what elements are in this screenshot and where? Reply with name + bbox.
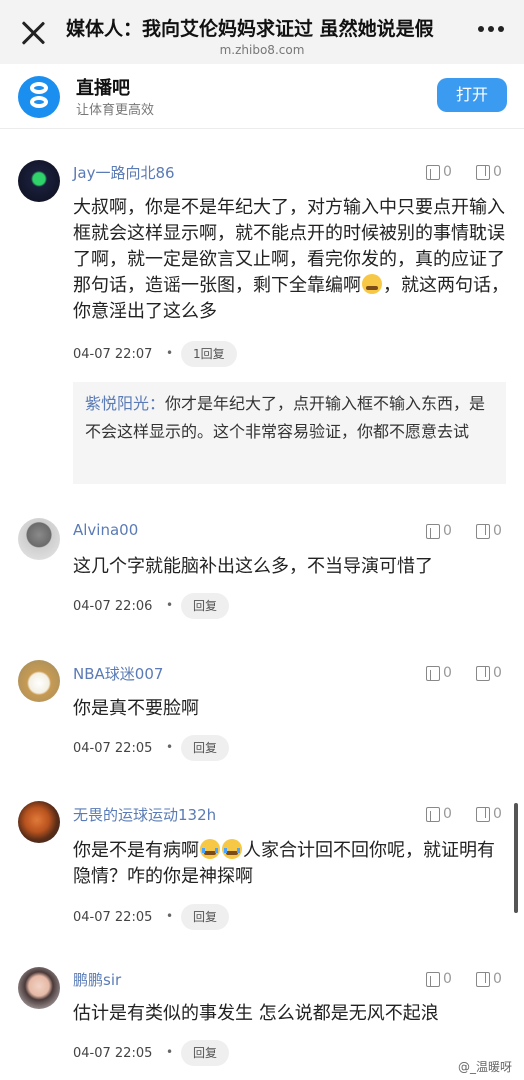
thumbs-down-icon (476, 164, 490, 180)
avatar[interactable] (18, 660, 60, 702)
reply-button[interactable]: 回复 (181, 735, 230, 761)
open-app-button[interactable]: 打开 (437, 78, 507, 112)
like-count: 0 (443, 523, 452, 539)
comment-text: 你是真不要脸啊 (73, 698, 199, 719)
thumbs-up-icon (426, 806, 440, 822)
comment-text: 大叔啊，你是不是年纪大了，对方输入中只要点开输入框就会这样显示啊，就不能点开的时… (73, 195, 509, 325)
dislike-button[interactable]: 0 (476, 971, 502, 987)
thumbs-down-icon (476, 806, 490, 822)
reply-button[interactable]: 回复 (181, 1040, 230, 1066)
crying-emoji-icon (222, 839, 242, 859)
more-options-icon[interactable] (478, 26, 504, 34)
like-count: 0 (443, 665, 452, 681)
reply-button[interactable]: 回复 (181, 904, 230, 930)
like-button[interactable]: 0 (426, 665, 452, 681)
comment-username[interactable]: NBA球迷007 (73, 663, 163, 684)
thumbs-up-icon (426, 164, 440, 180)
app-slogan: 让体育更高效 (76, 103, 155, 118)
avatar[interactable] (18, 160, 60, 202)
like-count: 0 (443, 164, 452, 180)
dislike-count: 0 (493, 523, 502, 539)
comment-time: 04-07 22:06 (73, 599, 153, 614)
dislike-count: 0 (493, 164, 502, 180)
comment-time: 04-07 22:05 (73, 741, 153, 756)
like-button[interactable]: 0 (426, 523, 452, 539)
thumbs-down-icon (476, 665, 490, 681)
like-button[interactable]: 0 (426, 164, 452, 180)
comment-time: 04-07 22:05 (73, 910, 153, 925)
comment-time: 04-07 22:05 (73, 1046, 153, 1061)
comment-text: 估计是有类似的事发生 怎么说都是无风不起浪 (73, 1003, 439, 1024)
separator-dot: • (166, 346, 174, 360)
dislike-button[interactable]: 0 (476, 523, 502, 539)
reply-button[interactable]: 1回复 (181, 341, 237, 367)
sub-reply[interactable]: 紫悦阳光：你才是年纪大了，点开输入框不输入东西，是不会这样显示的。这个非常容易验… (73, 382, 506, 484)
thumbs-up-icon (426, 523, 440, 539)
page-url: m.zhibo8.com (219, 43, 305, 57)
thumbs-down-icon (476, 971, 490, 987)
sub-reply-username: 紫悦阳光： (85, 394, 166, 413)
sub-reply-text: 紫悦阳光：你才是年纪大了，点开输入框不输入东西，是不会这样显示的。这个非常容易验… (85, 390, 495, 446)
avatar[interactable] (18, 967, 60, 1009)
top-bar: 媒体人：我向艾伦妈妈求证过 虽然她说是假 m.zhibo8.com (0, 0, 524, 64)
comment-text: 这几个字就能脑补出这么多，不当导演可惜了 (73, 556, 433, 577)
comment-username[interactable]: 鹏鹏sir (73, 969, 121, 990)
dislike-count: 0 (493, 971, 502, 987)
like-button[interactable]: 0 (426, 971, 452, 987)
separator-dot: • (166, 740, 174, 754)
dislike-button[interactable]: 0 (476, 806, 502, 822)
avatar[interactable] (18, 801, 60, 843)
comment-username[interactable]: Jay一路向北86 (73, 162, 175, 183)
comment-time: 04-07 22:07 (73, 347, 153, 362)
comment-text: 你是不是有病啊 人家合计回不回你呢，就证明有隐情？咋的你是神探啊 (73, 838, 509, 890)
dislike-button[interactable]: 0 (476, 164, 502, 180)
avatar[interactable] (18, 518, 60, 560)
dislike-count: 0 (493, 806, 502, 822)
page-title: 媒体人：我向艾伦妈妈求证过 虽然她说是假 (66, 18, 434, 40)
thumbs-up-icon (426, 971, 440, 987)
app-name: 直播吧 (76, 78, 130, 99)
comment-text-part: 你是不是有病啊 (73, 840, 199, 861)
separator-dot: • (166, 909, 174, 923)
thumbs-down-icon (476, 523, 490, 539)
dislike-count: 0 (493, 665, 502, 681)
comment-username[interactable]: 无畏的运球运动132h (73, 804, 216, 825)
dislike-button[interactable]: 0 (476, 665, 502, 681)
watermark: @_温暖呀 (457, 1060, 512, 1074)
like-count: 0 (443, 971, 452, 987)
separator-dot: • (166, 598, 174, 612)
scrollbar[interactable] (514, 803, 518, 913)
app-logo-icon (18, 76, 60, 118)
separator-dot: • (166, 1045, 174, 1059)
reply-button[interactable]: 回复 (181, 593, 230, 619)
thumbs-up-icon (426, 665, 440, 681)
app-banner: 直播吧 让体育更高效 打开 (0, 64, 524, 129)
like-count: 0 (443, 806, 452, 822)
comment-username[interactable]: Alvina00 (73, 521, 138, 539)
sweat-emoji-icon (362, 274, 382, 294)
crying-emoji-icon (200, 839, 220, 859)
like-button[interactable]: 0 (426, 806, 452, 822)
